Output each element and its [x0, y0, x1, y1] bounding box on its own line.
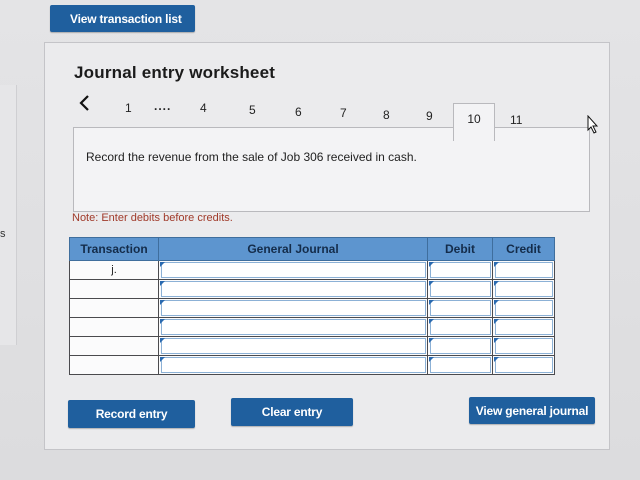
- page-link-4[interactable]: 4: [200, 101, 207, 115]
- table-row: [69, 355, 555, 375]
- instruction-text: Record the revenue from the sale of Job …: [86, 150, 417, 164]
- debit-input[interactable]: [430, 357, 491, 373]
- transaction-cell: [69, 279, 159, 299]
- dropdown-marker-icon: [429, 357, 434, 362]
- instruction-box: [73, 127, 590, 212]
- table-row: [69, 336, 555, 356]
- header-transaction: Transaction: [69, 237, 159, 261]
- table-row: [69, 317, 555, 337]
- credit-input[interactable]: [495, 300, 553, 316]
- dropdown-marker-icon: [429, 338, 434, 343]
- record-entry-button[interactable]: Record entry: [68, 400, 195, 428]
- dropdown-marker-icon: [429, 281, 434, 286]
- general-journal-input[interactable]: [161, 357, 426, 373]
- dropdown-marker-icon: [494, 300, 499, 305]
- general-journal-input-cell: [158, 317, 428, 337]
- chevron-left-icon[interactable]: [76, 94, 94, 112]
- table-row: j.: [69, 260, 555, 280]
- clear-entry-button[interactable]: Clear entry: [231, 398, 353, 426]
- general-journal-input[interactable]: [161, 300, 426, 316]
- debit-input-cell: [427, 317, 493, 337]
- dropdown-marker-icon: [160, 262, 165, 267]
- general-journal-input[interactable]: [161, 281, 426, 297]
- credit-input-cell: [492, 317, 555, 337]
- dropdown-marker-icon: [429, 262, 434, 267]
- dropdown-marker-icon: [494, 319, 499, 324]
- dropdown-marker-icon: [160, 357, 165, 362]
- table-row: [69, 279, 555, 299]
- credit-input-cell: [492, 355, 555, 375]
- credit-input-cell: [492, 279, 555, 299]
- general-journal-input-cell: [158, 260, 428, 280]
- transaction-cell: [69, 355, 159, 375]
- credit-input-cell: [492, 336, 555, 356]
- general-journal-input-cell: [158, 355, 428, 375]
- debit-input-cell: [427, 336, 493, 356]
- dropdown-marker-icon: [160, 281, 165, 286]
- dropdown-marker-icon: [494, 338, 499, 343]
- debit-input[interactable]: [430, 338, 491, 354]
- journal-table: Transaction General Journal Debit Credit…: [69, 237, 555, 375]
- page-tab-label: 10: [467, 112, 481, 126]
- left-panel-edge: [0, 85, 17, 345]
- dropdown-marker-icon: [494, 262, 499, 267]
- page-link-11[interactable]: 11: [510, 113, 522, 127]
- credit-input[interactable]: [495, 281, 553, 297]
- credit-input[interactable]: [495, 319, 553, 335]
- page-ellipsis: ....: [154, 99, 172, 113]
- dropdown-marker-icon: [160, 319, 165, 324]
- transaction-cell: [69, 298, 159, 318]
- transaction-cell: [69, 336, 159, 356]
- page-link-7[interactable]: 7: [340, 106, 347, 120]
- header-debit: Debit: [427, 237, 493, 261]
- view-transaction-list-button[interactable]: View transaction list: [50, 5, 195, 32]
- debit-input-cell: [427, 355, 493, 375]
- page-title: Journal entry worksheet: [74, 63, 276, 82]
- dropdown-marker-icon: [160, 338, 165, 343]
- page-link-9[interactable]: 9: [426, 109, 433, 123]
- dropdown-marker-icon: [160, 300, 165, 305]
- header-credit: Credit: [492, 237, 555, 261]
- table-header-row: Transaction General Journal Debit Credit: [69, 237, 555, 261]
- header-general-journal: General Journal: [158, 237, 428, 261]
- dropdown-marker-icon: [494, 281, 499, 286]
- page-link-6[interactable]: 6: [295, 105, 302, 119]
- credit-input[interactable]: [495, 262, 553, 278]
- debit-input[interactable]: [430, 300, 491, 316]
- dropdown-marker-icon: [429, 300, 434, 305]
- general-journal-input[interactable]: [161, 262, 426, 278]
- general-journal-input[interactable]: [161, 338, 426, 354]
- dropdown-marker-icon: [429, 319, 434, 324]
- debit-input[interactable]: [430, 281, 491, 297]
- credit-input-cell: [492, 298, 555, 318]
- table-row: [69, 298, 555, 318]
- page-link-5[interactable]: 5: [249, 103, 256, 117]
- page-link-8[interactable]: 8: [383, 108, 390, 122]
- debit-input[interactable]: [430, 319, 491, 335]
- page-tab-10-active[interactable]: 10: [453, 103, 495, 141]
- dropdown-marker-icon: [494, 357, 499, 362]
- transaction-cell: [69, 317, 159, 337]
- general-journal-input-cell: [158, 279, 428, 299]
- credit-input-cell: [492, 260, 555, 280]
- page-link-1[interactable]: 1: [125, 101, 132, 115]
- transaction-cell: j.: [69, 260, 159, 280]
- general-journal-input[interactable]: [161, 319, 426, 335]
- side-text: s: [0, 228, 6, 240]
- credit-input[interactable]: [495, 357, 553, 373]
- mouse-cursor-icon: [587, 115, 599, 134]
- note-text: Note: Enter debits before credits.: [72, 212, 233, 224]
- general-journal-input-cell: [158, 336, 428, 356]
- general-journal-input-cell: [158, 298, 428, 318]
- view-general-journal-button[interactable]: View general journal: [469, 397, 595, 424]
- debit-input[interactable]: [430, 262, 491, 278]
- debit-input-cell: [427, 260, 493, 280]
- debit-input-cell: [427, 298, 493, 318]
- credit-input[interactable]: [495, 338, 553, 354]
- debit-input-cell: [427, 279, 493, 299]
